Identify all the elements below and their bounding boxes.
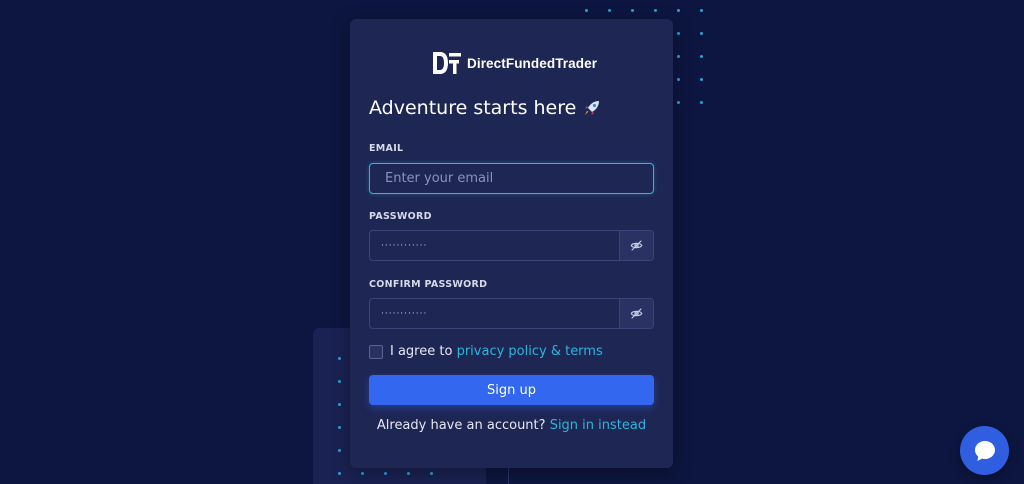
email-label: EMAIL: [369, 143, 404, 154]
decorative-line: [508, 466, 509, 484]
chat-bubble-icon: [974, 440, 995, 461]
password-field-wrapper: [369, 230, 654, 261]
email-field[interactable]: [370, 164, 653, 193]
password-visibility-toggle[interactable]: [619, 231, 653, 260]
sign-in-prompt-text: Already have an account?: [376, 418, 546, 433]
page-title-text: Adventure starts here: [369, 97, 577, 119]
password-field[interactable]: [370, 231, 619, 260]
confirm-password-field[interactable]: [370, 299, 619, 328]
signup-card: DirectFundedTrader Adventure starts here…: [350, 19, 673, 468]
rocket-icon: [585, 101, 600, 115]
terms-text: I agree to privacy policy & terms: [390, 344, 603, 359]
confirm-password-visibility-toggle[interactable]: [619, 299, 653, 328]
confirm-password-label: CONFIRM PASSWORD: [369, 279, 488, 290]
eye-off-icon: [630, 308, 643, 319]
sign-in-prompt: Already have an account? Sign in instead: [350, 418, 673, 433]
sign-up-button[interactable]: Sign up: [369, 375, 654, 405]
chat-widget-button[interactable]: [960, 426, 1009, 475]
password-label: PASSWORD: [369, 211, 432, 222]
brand-logo[interactable]: DirectFundedTrader: [432, 51, 597, 75]
privacy-terms-link[interactable]: privacy policy & terms: [457, 344, 603, 359]
terms-agreement: I agree to privacy policy & terms: [369, 344, 603, 359]
brand-name: DirectFundedTrader: [467, 55, 598, 71]
terms-text-prefix: I agree to: [390, 344, 453, 359]
page-title: Adventure starts here: [369, 97, 602, 119]
confirm-password-field-wrapper: [369, 298, 654, 329]
terms-checkbox[interactable]: [369, 344, 383, 359]
sign-in-link[interactable]: Sign in instead: [550, 418, 646, 433]
df-logo-icon: [433, 52, 461, 74]
eye-off-icon: [630, 240, 643, 251]
email-field-wrapper: [369, 163, 654, 194]
